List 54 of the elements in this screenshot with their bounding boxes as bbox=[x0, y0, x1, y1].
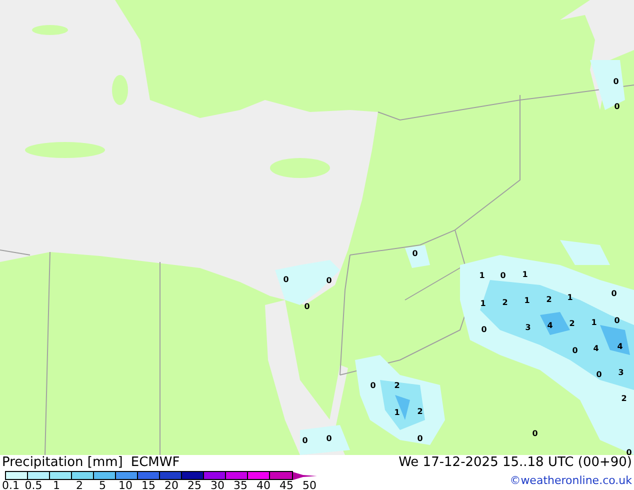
precipitation-value: 1 bbox=[394, 408, 400, 417]
precipitation-value: 2 bbox=[394, 381, 400, 390]
precipitation-value: 4 bbox=[547, 321, 553, 330]
precipitation-value: 0 bbox=[326, 276, 332, 285]
legend-tick-label: 45 bbox=[278, 480, 294, 490]
credit-link[interactable]: ©weatheronline.co.uk bbox=[510, 473, 632, 489]
precipitation-value: 1 bbox=[524, 296, 530, 305]
legend-tick-label: 15 bbox=[140, 480, 156, 490]
precipitation-value: 0 bbox=[614, 316, 620, 325]
precipitation-value: 2 bbox=[569, 319, 575, 328]
legend-tick-label: 0.1 bbox=[2, 480, 20, 490]
precipitation-value: 0 bbox=[500, 271, 506, 280]
legend-tick-label: 25 bbox=[186, 480, 202, 490]
legend-tick-label: 1 bbox=[52, 480, 61, 490]
legend-tick-label: 40 bbox=[256, 480, 272, 490]
precipitation-value: 0 bbox=[572, 346, 578, 355]
valid-time: We 17-12-2025 15..18 UTC (00+90) bbox=[398, 455, 632, 471]
precipitation-value: 4 bbox=[593, 344, 599, 353]
precipitation-value: 1 bbox=[480, 299, 486, 308]
legend-tick-label: 0.5 bbox=[24, 480, 44, 490]
precipitation-value: 3 bbox=[618, 368, 624, 377]
legend-tick-label: 35 bbox=[232, 480, 248, 490]
legend-tick-label: 2 bbox=[75, 480, 84, 490]
legend-tick-label: 10 bbox=[118, 480, 134, 490]
model-name: ECMWF bbox=[130, 455, 180, 471]
legend-tick-label: 20 bbox=[164, 480, 180, 490]
precipitation-value: 0 bbox=[302, 436, 308, 445]
precipitation-value: 1 bbox=[591, 318, 597, 327]
precipitation-value: 0 bbox=[370, 381, 376, 390]
precipitation-value: 0 bbox=[611, 289, 617, 298]
precipitation-value: 0 bbox=[596, 370, 602, 379]
precipitation-value: 0 bbox=[613, 77, 619, 86]
legend-tick-label: 5 bbox=[98, 480, 107, 490]
precipitation-value: 2 bbox=[417, 407, 423, 416]
precipitation-value: 0 bbox=[412, 249, 418, 258]
precipitation-value: 0 bbox=[326, 434, 332, 443]
precipitation-value: 0 bbox=[532, 429, 538, 438]
precipitation-value: 0 bbox=[304, 302, 310, 311]
precipitation-value: 0 bbox=[283, 275, 289, 284]
precipitation-value: 1 bbox=[479, 271, 485, 280]
precipitation-value: 0 bbox=[481, 325, 487, 334]
precipitation-value: 4 bbox=[617, 342, 623, 351]
precipitation-value: 0 bbox=[417, 434, 423, 443]
precipitation-value: 1 bbox=[567, 293, 573, 302]
legend-tick-label: 30 bbox=[210, 480, 226, 490]
precipitation-value: 2 bbox=[621, 394, 627, 403]
precipitation-value: 0 bbox=[626, 448, 632, 455]
precipitation-value: 3 bbox=[525, 323, 531, 332]
precipitation-value: 0 bbox=[614, 102, 620, 111]
legend-title: Precipitation [mm] bbox=[2, 455, 123, 471]
legend-tick-label: 50 bbox=[302, 480, 318, 490]
precipitation-value: 2 bbox=[502, 298, 508, 307]
precipitation-value: 1 bbox=[522, 270, 528, 279]
precipitation-value: 2 bbox=[546, 295, 552, 304]
